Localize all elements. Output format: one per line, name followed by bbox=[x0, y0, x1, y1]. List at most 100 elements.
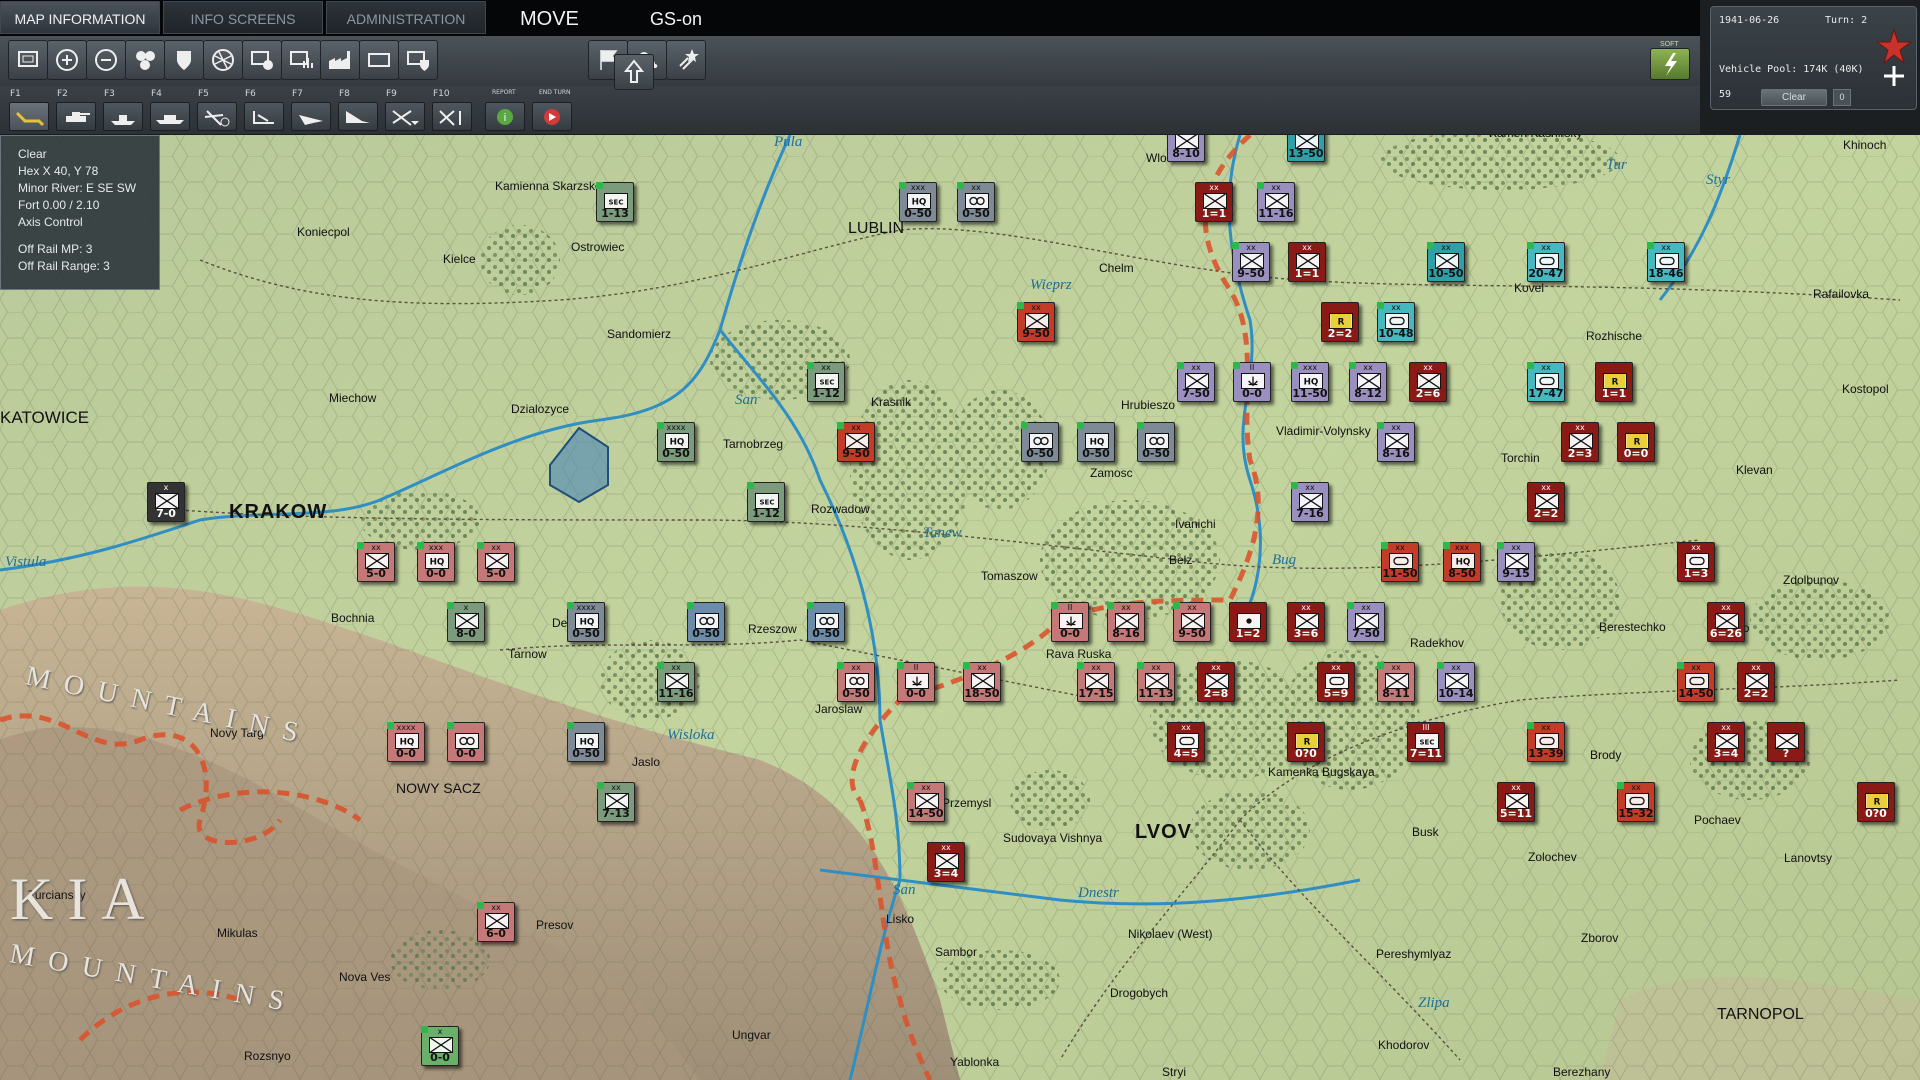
soviet-unit-counter[interactable]: xx 2=3 bbox=[1561, 422, 1599, 462]
soviet-unit-counter[interactable]: R 2=2 bbox=[1321, 302, 1359, 342]
zoom-out-button[interactable] bbox=[86, 40, 126, 80]
axis-unit-counter[interactable]: xxxx HQ 0-50 bbox=[657, 422, 695, 462]
shield-map-button[interactable] bbox=[398, 40, 438, 80]
soviet-unit-counter[interactable]: xx 6=26 bbox=[1707, 602, 1745, 642]
axis-unit-counter[interactable]: xx 9-50 bbox=[1017, 302, 1055, 342]
axis-unit-counter[interactable]: xx 11-50 bbox=[1381, 542, 1419, 582]
fkey-f6[interactable]: F6 bbox=[243, 88, 284, 132]
axis-unit-counter[interactable]: 0-50 bbox=[807, 602, 845, 642]
axis-unit-counter[interactable]: xxxx HQ 0-0 bbox=[387, 722, 425, 762]
windowed-button[interactable] bbox=[8, 40, 48, 80]
option-box[interactable]: 0 bbox=[1833, 89, 1851, 106]
zoom-in-button[interactable] bbox=[47, 40, 87, 80]
axis-unit-counter[interactable]: xx 15-32 bbox=[1617, 782, 1655, 822]
axis-unit-counter[interactable]: xx 8-11 bbox=[1377, 662, 1415, 702]
soviet-unit-counter[interactable]: xx 5=9 bbox=[1317, 662, 1355, 702]
axis-unit-counter[interactable]: xx 14-50 bbox=[1677, 662, 1715, 702]
clear-button[interactable]: Clear bbox=[1761, 89, 1827, 106]
soviet-unit-counter[interactable]: x 7-0 bbox=[147, 482, 185, 522]
axis-unit-counter[interactable]: xx13-50 bbox=[1287, 135, 1325, 162]
air-star-button[interactable] bbox=[666, 40, 706, 80]
axis-unit-counter[interactable]: SEC 1-13 bbox=[596, 182, 634, 222]
axis-unit-counter[interactable]: xx SEC 1-12 bbox=[807, 362, 845, 402]
soviet-unit-counter[interactable]: xx 2=2 bbox=[1527, 482, 1565, 522]
axis-unit-counter[interactable]: xx 20-47 bbox=[1527, 242, 1565, 282]
axis-unit-counter[interactable]: xx 10-48 bbox=[1377, 302, 1415, 342]
fkey-f5[interactable]: F5 bbox=[196, 88, 237, 132]
soviet-unit-counter[interactable]: xx 2=2 bbox=[1737, 662, 1775, 702]
axis-unit-counter[interactable]: xx 6-0 bbox=[477, 902, 515, 942]
unit-info-button[interactable] bbox=[242, 40, 282, 80]
fkey-f9[interactable]: F9 bbox=[384, 88, 425, 132]
axis-unit-counter[interactable]: II 0-0 bbox=[1233, 362, 1271, 402]
axis-unit-counter[interactable]: II 0-0 bbox=[897, 662, 935, 702]
soviet-star-icon[interactable] bbox=[1875, 28, 1913, 88]
soviet-unit-counter[interactable]: xx 1=3 bbox=[1677, 542, 1715, 582]
axis-unit-counter[interactable]: xx 0-50 bbox=[957, 182, 995, 222]
soft-factors-button[interactable] bbox=[1650, 48, 1690, 80]
axis-unit-counter[interactable]: xx 8-12 bbox=[1349, 362, 1387, 402]
axis-unit-counter[interactable]: xx 9-50 bbox=[1232, 242, 1270, 282]
axis-unit-counter[interactable]: xx 8-16 bbox=[1107, 602, 1145, 642]
axis-unit-counter[interactable]: HQ 0-50 bbox=[1077, 422, 1115, 462]
axis-unit-counter[interactable]: xx 18-50 bbox=[963, 662, 1001, 702]
axis-unit-counter[interactable]: xxx HQ 0-0 bbox=[417, 542, 455, 582]
axis-unit-counter[interactable]: xx 14-50 bbox=[907, 782, 945, 822]
tab-administration[interactable]: ADMINISTRATION bbox=[326, 1, 486, 34]
fkey-f3[interactable]: F3 bbox=[102, 88, 143, 132]
soviet-unit-counter[interactable]: xx 5=11 bbox=[1497, 782, 1535, 822]
axis-unit-counter[interactable]: 0-50 bbox=[687, 602, 725, 642]
axis-unit-counter[interactable]: x 8-0 bbox=[447, 602, 485, 642]
hex-outline-button[interactable] bbox=[359, 40, 399, 80]
axis-unit-counter[interactable]: xx 9-50 bbox=[837, 422, 875, 462]
soviet-unit-counter[interactable]: 1=2 bbox=[1229, 602, 1267, 642]
fkey-f4[interactable]: F4 bbox=[149, 88, 190, 132]
axis-unit-counter[interactable]: 0-50 bbox=[1137, 422, 1175, 462]
axis-unit-counter[interactable]: II 0-0 bbox=[1051, 602, 1089, 642]
axis-unit-counter[interactable]: xx 11-13 bbox=[1137, 662, 1175, 702]
soviet-unit-counter[interactable]: xx 3=4 bbox=[1707, 722, 1745, 762]
soviet-unit-counter[interactable]: R 0?0 bbox=[1857, 782, 1895, 822]
fkey-f2[interactable]: F2 bbox=[55, 88, 96, 132]
axis-unit-counter[interactable]: SEC 1-12 bbox=[747, 482, 785, 522]
soviet-unit-counter[interactable]: xx 2=6 bbox=[1409, 362, 1447, 402]
tab-map-information[interactable]: MAP INFORMATION bbox=[0, 1, 160, 34]
factory-button[interactable] bbox=[320, 40, 360, 80]
axis-unit-counter[interactable]: xx 17-15 bbox=[1077, 662, 1115, 702]
soviet-unit-counter[interactable]: xx 3=6 bbox=[1287, 602, 1325, 642]
axis-unit-counter[interactable]: xx 11-16 bbox=[657, 662, 695, 702]
axis-unit-counter[interactable]: 0-0 bbox=[447, 722, 485, 762]
axis-unit-counter[interactable]: xx 11-16 bbox=[1257, 182, 1295, 222]
soviet-unit-counter[interactable]: xx 2=8 bbox=[1197, 662, 1235, 702]
axis-unit-counter[interactable]: xx 5-0 bbox=[477, 542, 515, 582]
game-map[interactable]: Kamienna Skarzsko Koniecpol Kielce Ostrowie… bbox=[0, 135, 1920, 1080]
soviet-unit-counter[interactable]: III SEC 7=11 bbox=[1407, 722, 1445, 762]
axis-unit-counter[interactable]: xx 9-50 bbox=[1173, 602, 1211, 642]
axis-unit-counter[interactable]: xx 9-15 bbox=[1497, 542, 1535, 582]
axis-unit-counter[interactable]: xx 8-16 bbox=[1377, 422, 1415, 462]
axis-unit-counter[interactable]: xx 18-46 bbox=[1647, 242, 1685, 282]
soviet-unit-counter[interactable]: R 1=1 bbox=[1595, 362, 1633, 402]
scroll-up-button[interactable] bbox=[614, 54, 654, 90]
gs-status-label[interactable]: GS-on bbox=[650, 0, 702, 36]
soviet-unit-counter[interactable]: xx 3=4 bbox=[927, 842, 965, 882]
axis-unit-counter[interactable]: xx 13-39 bbox=[1527, 722, 1565, 762]
axis-unit-counter[interactable]: xx 7-16 bbox=[1291, 482, 1329, 522]
fkey-end-turn[interactable]: END TURN bbox=[531, 88, 572, 132]
axis-unit-counter[interactable]: xx 10-50 bbox=[1427, 242, 1465, 282]
axis-unit-counter[interactable]: xxxx HQ 0-50 bbox=[567, 602, 605, 642]
soviet-unit-counter[interactable]: R 0?0 bbox=[1287, 722, 1325, 762]
soviet-unit-counter[interactable]: xx 1=1 bbox=[1195, 182, 1233, 222]
axis-unit-counter[interactable]: xxx HQ 11-50 bbox=[1291, 362, 1329, 402]
axis-unit-counter[interactable]: xx 7-13 bbox=[597, 782, 635, 822]
soviet-unit-counter[interactable]: xx 1=1 bbox=[1288, 242, 1326, 282]
axis-unit-counter[interactable]: xxx HQ 0-50 bbox=[899, 182, 937, 222]
fkey-f1[interactable]: F1 bbox=[8, 88, 49, 132]
axis-unit-counter[interactable]: x 0-0 bbox=[421, 1026, 459, 1066]
fkey-f10[interactable]: F10 bbox=[431, 88, 472, 132]
axis-unit-counter[interactable]: xx 10-14 bbox=[1437, 662, 1475, 702]
axis-unit-counter[interactable]: xx 7-50 bbox=[1177, 362, 1215, 402]
grid-button[interactable] bbox=[203, 40, 243, 80]
axis-unit-counter[interactable]: xx 0-50 bbox=[837, 662, 875, 702]
soviet-unit-counter[interactable]: R 0=0 bbox=[1617, 422, 1655, 462]
